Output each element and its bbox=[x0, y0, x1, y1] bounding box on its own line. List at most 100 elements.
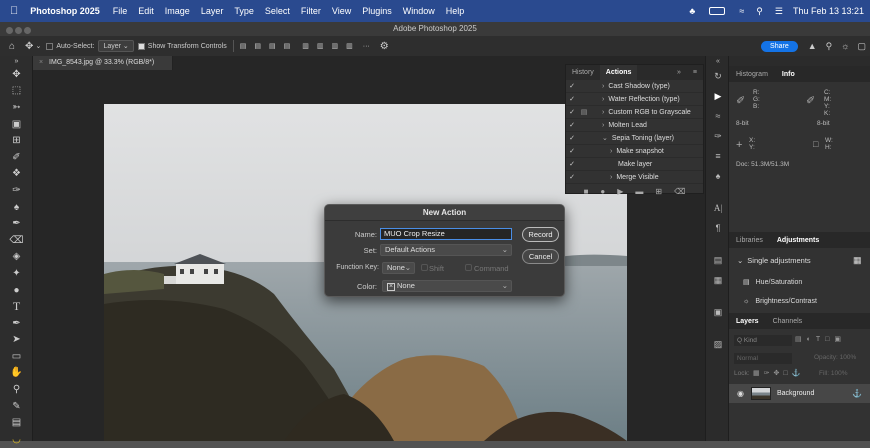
swatches-panel-icon[interactable]: ▣ bbox=[706, 302, 730, 322]
hand-tool-icon[interactable]: ✋ bbox=[0, 365, 33, 382]
distribute-icon[interactable]: ▥ bbox=[332, 42, 339, 50]
screen-mode-icon[interactable]: ◡ bbox=[0, 431, 33, 448]
align-right-icon[interactable]: ▤ bbox=[269, 42, 276, 50]
lasso-tool-icon[interactable]: ➳ bbox=[0, 99, 33, 116]
collapse-chevron-icon[interactable]: » bbox=[671, 69, 687, 76]
tab-histogram[interactable]: Histogram bbox=[729, 71, 775, 78]
layer-filter-dropdown[interactable]: Q Kind bbox=[734, 335, 792, 346]
play-icon[interactable]: ▶ bbox=[617, 187, 623, 196]
document-tab[interactable]: × IMG_8543.jpg @ 33.3% (RGB/8*) bbox=[33, 56, 173, 70]
control-center-icon[interactable]: ☰ bbox=[775, 6, 783, 17]
menu-view[interactable]: View bbox=[332, 6, 351, 16]
rectangle-tool-icon[interactable]: ▭ bbox=[0, 348, 33, 365]
action-name-input[interactable]: MUO Crop Resize bbox=[380, 228, 512, 240]
history-brush-tool-icon[interactable]: ✒ bbox=[0, 215, 33, 232]
eyedropper-tool-icon[interactable]: ✐ bbox=[0, 149, 33, 166]
app-menu[interactable]: Photoshop 2025 bbox=[30, 6, 100, 16]
search-icon[interactable]: ⚲ bbox=[826, 41, 833, 52]
list-item[interactable]: ▤ Hue/Saturation bbox=[743, 278, 802, 286]
paint-bucket-tool-icon[interactable]: ◈ bbox=[0, 249, 33, 266]
blend-mode-dropdown[interactable]: Normal bbox=[734, 353, 792, 364]
adjustments-icon[interactable]: ▦ bbox=[706, 270, 730, 290]
check-icon[interactable]: ✓ bbox=[566, 82, 578, 90]
pen-tool-icon[interactable]: ✒ bbox=[0, 315, 33, 332]
tool-preset-chevron-icon[interactable]: ⌄ bbox=[35, 42, 41, 50]
tab-layers[interactable]: Layers bbox=[729, 318, 766, 325]
workspace-icon[interactable]: ▢ bbox=[857, 41, 866, 52]
align-left-icon[interactable]: ▤ bbox=[240, 42, 247, 50]
align-center-icon[interactable]: ▤ bbox=[254, 42, 261, 50]
close-window-button[interactable] bbox=[6, 27, 13, 34]
gear-icon[interactable]: ⚙ bbox=[380, 41, 389, 52]
menu-filter[interactable]: Filter bbox=[301, 6, 321, 16]
auto-select-checkbox[interactable] bbox=[46, 42, 54, 50]
tab-adjustments[interactable]: Adjustments bbox=[770, 237, 826, 244]
menubar-clock[interactable]: Thu Feb 13 13:21 bbox=[793, 6, 864, 16]
brush-tool-icon[interactable]: ✑ bbox=[0, 182, 33, 199]
more-options-button[interactable]: ··· bbox=[363, 43, 370, 50]
zoom-window-button[interactable] bbox=[24, 27, 32, 34]
layer-row-background[interactable]: ◉ Background ⚓ bbox=[729, 384, 870, 403]
transform-controls-checkbox[interactable] bbox=[137, 42, 145, 50]
menu-type[interactable]: Type bbox=[234, 6, 254, 16]
move-tool-icon[interactable]: ✥ bbox=[0, 66, 33, 83]
record-icon[interactable]: ● bbox=[600, 187, 605, 196]
properties-panel-icon[interactable]: ≡ bbox=[706, 146, 730, 166]
dialog-toggle-icon[interactable]: ▤ bbox=[578, 108, 590, 116]
stop-icon[interactable]: ■ bbox=[584, 187, 589, 196]
distribute-spacing-icon[interactable]: ▥ bbox=[346, 42, 353, 50]
check-icon[interactable]: ✓ bbox=[566, 147, 578, 155]
menu-plugins[interactable]: Plugins bbox=[362, 6, 392, 16]
move-tool-icon[interactable]: ✥ bbox=[25, 41, 33, 52]
menu-layer[interactable]: Layer bbox=[201, 6, 224, 16]
grid-view-icon[interactable]: ▦ bbox=[853, 255, 862, 266]
list-item[interactable]: ✓ › Molten Lead bbox=[566, 119, 703, 132]
function-key-dropdown[interactable]: None ⌄ bbox=[382, 262, 415, 274]
spotlight-icon[interactable]: ⚲ bbox=[756, 6, 763, 17]
paragraph-panel-icon[interactable]: ¶ bbox=[706, 218, 730, 238]
character-panel-icon[interactable]: A| bbox=[706, 198, 730, 218]
battery-icon[interactable] bbox=[709, 7, 726, 15]
zoom-tool-icon[interactable]: ⚲ bbox=[0, 381, 33, 398]
panel-menu-icon[interactable]: ≡ bbox=[687, 69, 703, 76]
close-tab-icon[interactable]: × bbox=[39, 59, 43, 66]
menu-image[interactable]: Image bbox=[165, 6, 190, 16]
check-icon[interactable]: ✓ bbox=[566, 134, 578, 142]
collapse-dock-icon[interactable]: « bbox=[706, 56, 730, 66]
crop-tool-icon[interactable]: ⊞ bbox=[0, 132, 33, 149]
minimize-window-button[interactable] bbox=[15, 27, 23, 34]
align-bottom-icon[interactable]: ▥ bbox=[317, 42, 324, 50]
list-item[interactable]: ☼ Brightness/Contrast bbox=[743, 298, 817, 305]
adjustments-panel-icon[interactable]: ≈ bbox=[706, 106, 730, 126]
lock-icon[interactable]: ⚓ bbox=[852, 389, 862, 398]
home-icon[interactable]: ⌂ bbox=[9, 41, 15, 52]
layer-filter-icons[interactable]: ▤◐T□▣ bbox=[795, 335, 846, 343]
menu-select[interactable]: Select bbox=[265, 6, 290, 16]
menu-help[interactable]: Help bbox=[446, 6, 465, 16]
dodge-tool-icon[interactable]: ● bbox=[0, 282, 33, 299]
visibility-eye-icon[interactable]: ◉ bbox=[737, 389, 744, 398]
check-icon[interactable]: ✓ bbox=[566, 173, 578, 181]
set-dropdown[interactable]: Default Actions ⌄ bbox=[380, 244, 512, 256]
marquee-tool-icon[interactable]: ⬚ bbox=[0, 83, 33, 100]
check-icon[interactable]: ✓ bbox=[566, 160, 578, 168]
menu-file[interactable]: File bbox=[113, 6, 128, 16]
wifi-icon[interactable]: ≈ bbox=[739, 6, 744, 16]
tab-libraries[interactable]: Libraries bbox=[729, 237, 770, 244]
folder-icon[interactable]: ▬ bbox=[635, 187, 643, 196]
eraser-tool-icon[interactable]: ⌫ bbox=[0, 232, 33, 249]
type-tool-icon[interactable]: T bbox=[0, 298, 33, 315]
record-button[interactable]: Record bbox=[522, 227, 559, 242]
clone-stamp-tool-icon[interactable]: ♠ bbox=[0, 199, 33, 216]
list-item[interactable]: ✓ › Water Reflection (type) bbox=[566, 93, 703, 106]
history-panel-icon[interactable]: ↻ bbox=[706, 66, 730, 86]
tab-channels[interactable]: Channels bbox=[766, 318, 810, 325]
discover-icon[interactable]: ☼ bbox=[841, 41, 849, 51]
list-item[interactable]: ✓ › Merge Visible bbox=[566, 171, 703, 184]
cancel-button[interactable]: Cancel bbox=[522, 249, 559, 264]
single-adjustments-group[interactable]: ⌄ Single adjustments bbox=[737, 256, 811, 265]
check-icon[interactable]: ✓ bbox=[566, 108, 578, 116]
command-checkbox[interactable] bbox=[465, 264, 472, 271]
list-item[interactable]: ✓ › Make snapshot bbox=[566, 145, 703, 158]
list-item[interactable]: ✓ ▤ › Custom RGB to Grayscale bbox=[566, 106, 703, 119]
